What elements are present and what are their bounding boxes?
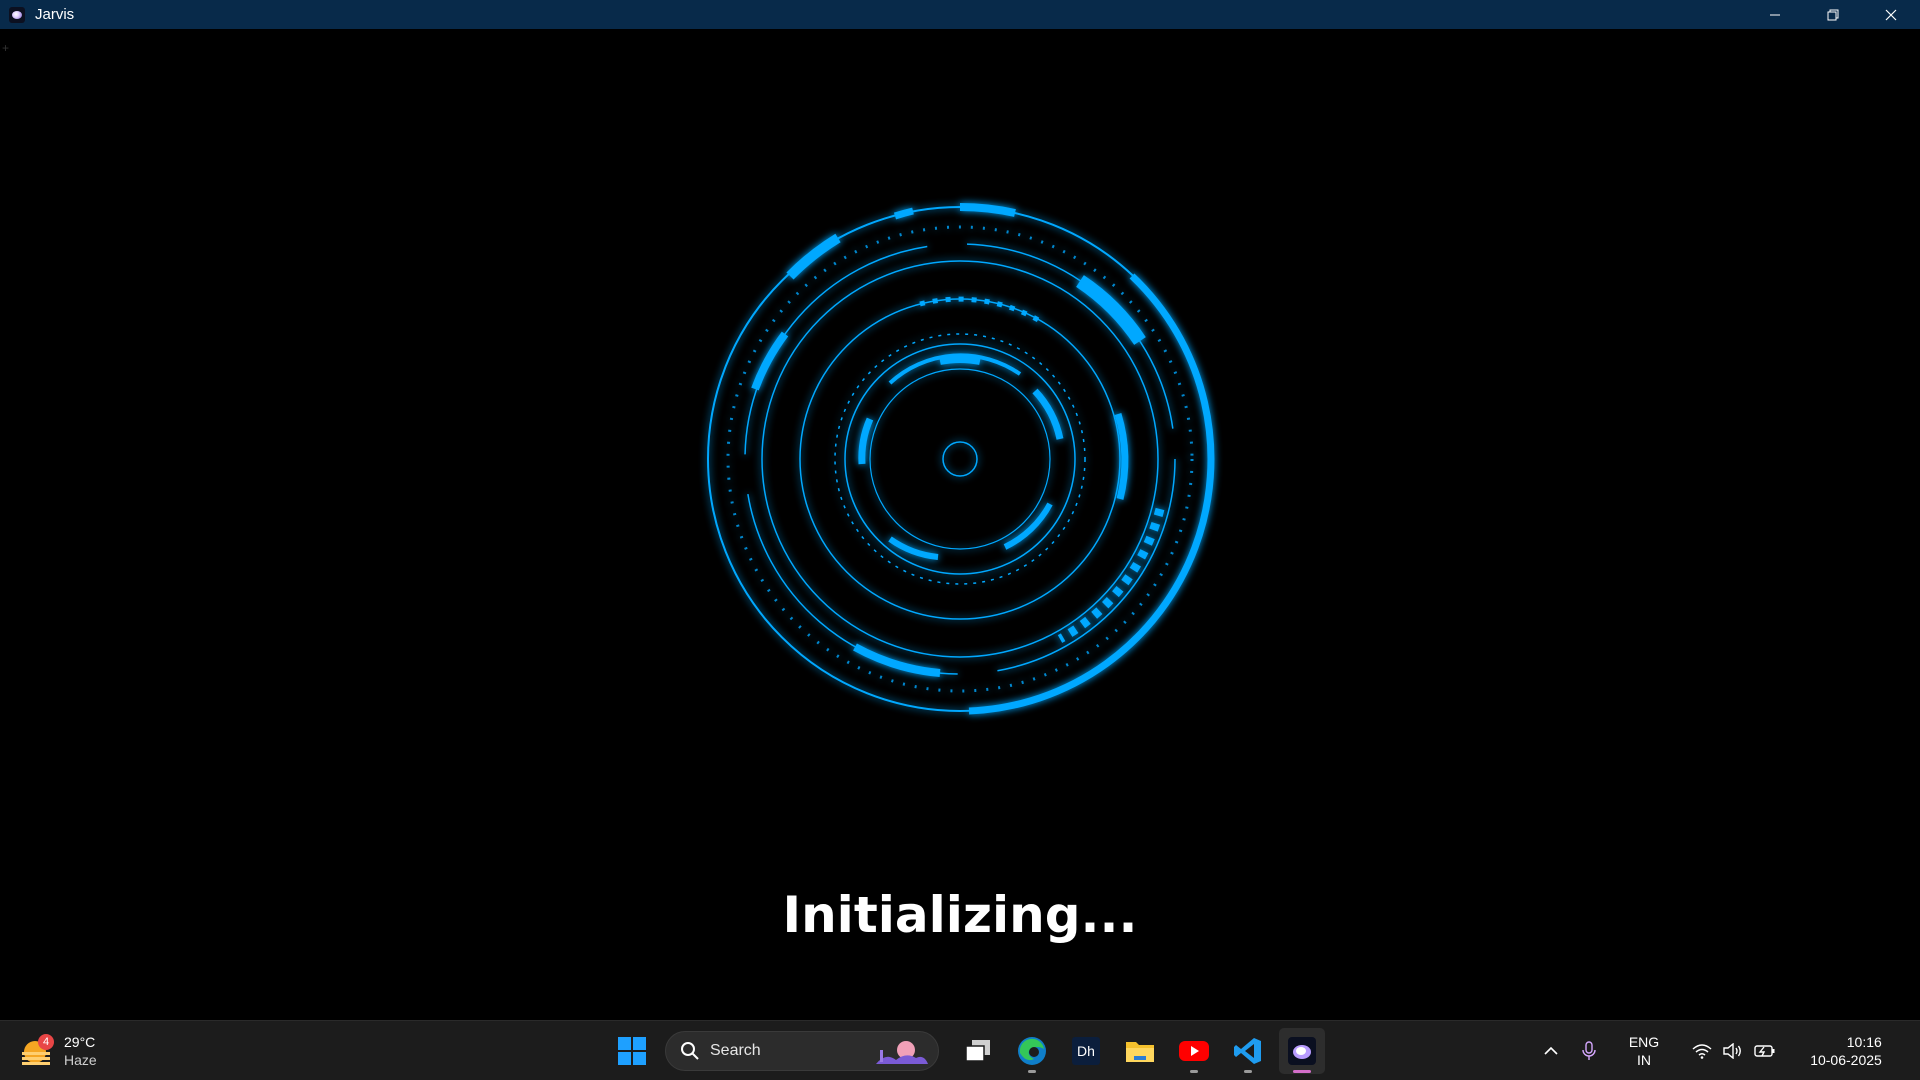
- search-icon: [681, 1042, 699, 1060]
- search-highlight-icon: [876, 1041, 928, 1064]
- weather-condition: Haze: [64, 1052, 97, 1068]
- close-button[interactable]: [1862, 0, 1920, 29]
- window-controls: [1746, 0, 1920, 29]
- language-code: ENG: [1628, 1034, 1660, 1050]
- chevron-up-icon: [1544, 1046, 1558, 1055]
- folder-icon: [1126, 1042, 1154, 1062]
- clock-date: 10-06-2025: [1810, 1052, 1882, 1068]
- main-area: + Initializing...: [0, 29, 1920, 1020]
- weather-widget[interactable]: 4 29°C Haze: [22, 1029, 142, 1073]
- file-explorer-button[interactable]: [1117, 1028, 1163, 1074]
- jarvis-taskbar-button[interactable]: [1279, 1028, 1325, 1074]
- system-tray: ENG IN 10:16 10-06-2025: [1532, 1021, 1920, 1080]
- language-indicator[interactable]: ENG IN: [1616, 1031, 1672, 1071]
- show-hidden-icons-button[interactable]: [1532, 1031, 1570, 1071]
- youtube-icon: [1179, 1041, 1209, 1061]
- youtube-button[interactable]: [1171, 1028, 1217, 1074]
- jarvis-app-icon: [9, 6, 25, 23]
- microphone-button[interactable]: [1570, 1031, 1608, 1071]
- edge-button[interactable]: [1009, 1028, 1055, 1074]
- windows-logo-icon: [618, 1037, 646, 1065]
- minimize-button[interactable]: [1746, 0, 1804, 29]
- start-button[interactable]: [609, 1028, 655, 1074]
- taskbar-center: Search Dh: [605, 1021, 1329, 1080]
- search-box[interactable]: Search: [665, 1031, 939, 1071]
- restore-icon: [1827, 9, 1839, 20]
- minimize-icon: [1770, 14, 1780, 15]
- vscode-button[interactable]: [1225, 1028, 1271, 1074]
- weather-badge: 4: [38, 1034, 54, 1050]
- haze-weather-icon: 4: [22, 1034, 54, 1066]
- taskbar: 4 29°C Haze Search Dh ENG IN 10:16 10-06…: [0, 1020, 1920, 1080]
- task-view-icon: [965, 1040, 990, 1062]
- battery-charging-icon: [1754, 1045, 1775, 1057]
- restore-button[interactable]: [1804, 0, 1862, 29]
- jarvis-icon: [1288, 1037, 1316, 1065]
- edge-icon: [1018, 1037, 1046, 1065]
- dh-app-button[interactable]: Dh: [1063, 1028, 1109, 1074]
- window-title: Jarvis: [35, 6, 75, 23]
- app-dh-icon: Dh: [1072, 1037, 1100, 1065]
- svg-text:Dh: Dh: [1077, 1043, 1095, 1059]
- volume-icon: [1723, 1043, 1741, 1059]
- clock[interactable]: 10:16 10-06-2025: [1796, 1031, 1896, 1071]
- search-label: Search: [710, 1042, 761, 1059]
- task-view-button[interactable]: [955, 1028, 1001, 1074]
- vscode-icon: [1234, 1038, 1261, 1064]
- hud-loading-animation: [707, 202, 1215, 715]
- clock-time: 10:16: [1846, 1034, 1882, 1050]
- quick-settings-button[interactable]: [1686, 1031, 1782, 1071]
- title-bar: Jarvis: [0, 0, 1920, 29]
- status-text: Initializing...: [782, 886, 1138, 944]
- language-region: IN: [1637, 1052, 1651, 1068]
- microphone-icon: [1582, 1041, 1596, 1060]
- weather-temperature: 29°C: [64, 1034, 96, 1050]
- corner-mark: +: [2, 41, 10, 55]
- close-icon: [1885, 9, 1897, 20]
- wifi-icon: [1692, 1044, 1712, 1059]
